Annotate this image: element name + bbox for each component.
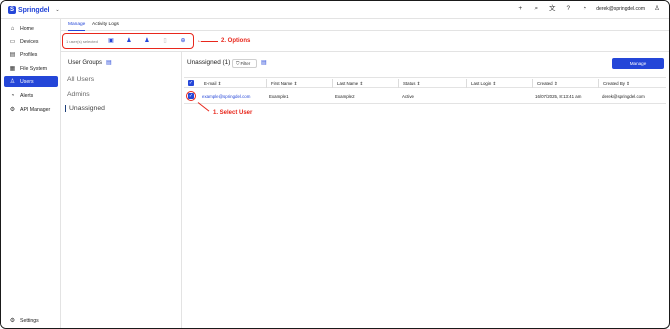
col-last-name[interactable]: Last Name ⇕ (337, 81, 363, 87)
plus-icon[interactable]: + (516, 5, 524, 13)
selection-count: 1 user(s) selected (66, 38, 98, 44)
tab-manage[interactable]: Manage (68, 22, 86, 31)
sidebar-item-label: File System (20, 65, 48, 72)
cell-email[interactable]: example@springdel.com (202, 94, 250, 99)
sidebar-item-label: Settings (20, 317, 39, 324)
sidebar-item-api-manager[interactable]: ⚙ API Manager (4, 104, 58, 115)
bell-icon[interactable]: ◔ (580, 5, 588, 13)
groups-heading: User Groups ▤ (68, 59, 112, 67)
move-folder-icon[interactable]: ▣ (107, 37, 115, 45)
sidebar-item-devices[interactable]: ▭ Devices (4, 36, 58, 47)
col-first-name[interactable]: First Name ⇕ (271, 81, 297, 87)
tab-bar: Manage Activity Logs (61, 19, 669, 31)
user-groups-panel: User Groups ▤ All Users Admins Unassigne… (61, 52, 182, 328)
filter-label: Filter (240, 61, 251, 66)
col-status[interactable]: Status ⇕ (403, 81, 420, 87)
cell-status: Active (402, 94, 414, 99)
trash-icon[interactable]: ▯ (161, 37, 169, 45)
cell-last-name: Example2 (335, 94, 355, 99)
export-icon[interactable]: ▤ (261, 59, 267, 66)
table-row[interactable]: ✓ example@springdel.com Example1 Example… (184, 88, 666, 104)
gear-icon: ⚙ (9, 107, 16, 113)
groups-title: User Groups (68, 59, 103, 66)
user-edit-icon[interactable]: ♟ (125, 37, 133, 45)
filter-button[interactable]: ⛉ Filter (232, 59, 257, 68)
cell-first-name: Example1 (269, 94, 289, 99)
sidebar: ⌂ Home ▭ Devices ▤ Profiles ▦ File Syste… (1, 19, 61, 328)
group-unassigned[interactable]: Unassigned (65, 105, 105, 112)
col-last-login[interactable]: Last Login ⇕ (471, 81, 496, 87)
column-divider (532, 79, 533, 88)
logo-mark: S (8, 6, 16, 14)
column-divider (398, 79, 399, 88)
logo-text: Springdel (18, 6, 50, 14)
sidebar-item-label: Devices (20, 38, 39, 45)
sidebar-item-profiles[interactable]: ▤ Profiles (4, 49, 58, 60)
table-header: ✓ E-mail ⇕ First Name ⇕ Last Name ⇕ Stat… (184, 77, 666, 88)
column-divider (466, 79, 467, 88)
sidebar-item-label: Home (20, 25, 34, 32)
add-circle-icon[interactable]: ⊕ (179, 37, 187, 45)
top-actions: + ⌕ 文 ? ◔ derek@springdel.com ♙ (516, 5, 661, 13)
profiles-icon: ▤ (9, 52, 16, 58)
column-divider (266, 79, 267, 88)
arrow-head-icon: ← (197, 38, 203, 44)
col-email[interactable]: E-mail ⇕ (204, 81, 221, 87)
column-divider (598, 79, 599, 88)
sidebar-item-alerts[interactable]: ◔ Alerts (4, 90, 58, 101)
manage-button[interactable]: Manage (612, 58, 664, 69)
cell-created: 16/07/2025, 8:13:41 am (535, 94, 582, 99)
home-icon: ⌂ (10, 25, 15, 32)
group-all-users[interactable]: All Users (67, 76, 94, 83)
user-icon[interactable]: ♟ (143, 37, 151, 45)
users-icon: ♙ (9, 79, 16, 85)
sidebar-item-label: API Manager (20, 106, 51, 113)
page-title: Unassigned (1) (187, 59, 231, 66)
bell-icon: ◔ (10, 92, 15, 99)
settings-icon: ⚙ (9, 318, 16, 324)
select-highlight-circle (186, 91, 196, 101)
select-user-callout: 1. Select User (213, 110, 253, 116)
translate-icon[interactable]: 文 (548, 5, 556, 13)
group-admins[interactable]: Admins (67, 91, 90, 98)
logo[interactable]: S Springdel ⌄ (8, 6, 60, 14)
user-icon[interactable]: ♙ (653, 5, 661, 13)
folder-icon: ▦ (9, 66, 16, 72)
column-divider (332, 79, 333, 88)
user-email[interactable]: derek@springdel.com (596, 6, 645, 12)
devices-icon: ▭ (9, 39, 16, 45)
sidebar-item-label: Alerts (20, 92, 34, 99)
tab-activity-logs[interactable]: Activity Logs (92, 22, 119, 27)
cell-created-by: derek@springdel.com (602, 94, 645, 99)
sidebar-item-file-system[interactable]: ▦ File System (4, 63, 58, 74)
options-callout: 2. Options (221, 38, 251, 44)
select-all-checkbox[interactable]: ✓ (188, 80, 194, 86)
search-icon[interactable]: ⌕ (532, 5, 540, 13)
options-toolbar: 1 user(s) selected ▣ ♟ ♟ ▯ ⊕ (62, 33, 194, 49)
export-icon[interactable]: ▤ (106, 59, 112, 66)
sidebar-item-home[interactable]: ⌂ Home (4, 23, 58, 34)
options-arrow (201, 41, 218, 42)
top-bar: S Springdel ⌄ + ⌕ 文 ? ◔ derek@springdel.… (1, 1, 669, 19)
help-icon[interactable]: ? (564, 5, 572, 13)
col-created[interactable]: Created ⇕ (537, 81, 558, 87)
col-created-by[interactable]: Created By ⇕ (603, 81, 630, 87)
sidebar-item-label: Profiles (20, 51, 38, 58)
app-window: S Springdel ⌄ + ⌕ 文 ? ◔ derek@springdel.… (0, 0, 670, 329)
chevron-down-icon[interactable]: ⌄ (55, 7, 59, 13)
sidebar-item-label: Users (20, 78, 34, 85)
sidebar-item-users[interactable]: ♙ Users (4, 76, 58, 87)
sidebar-item-settings[interactable]: ⚙ Settings (4, 315, 58, 326)
